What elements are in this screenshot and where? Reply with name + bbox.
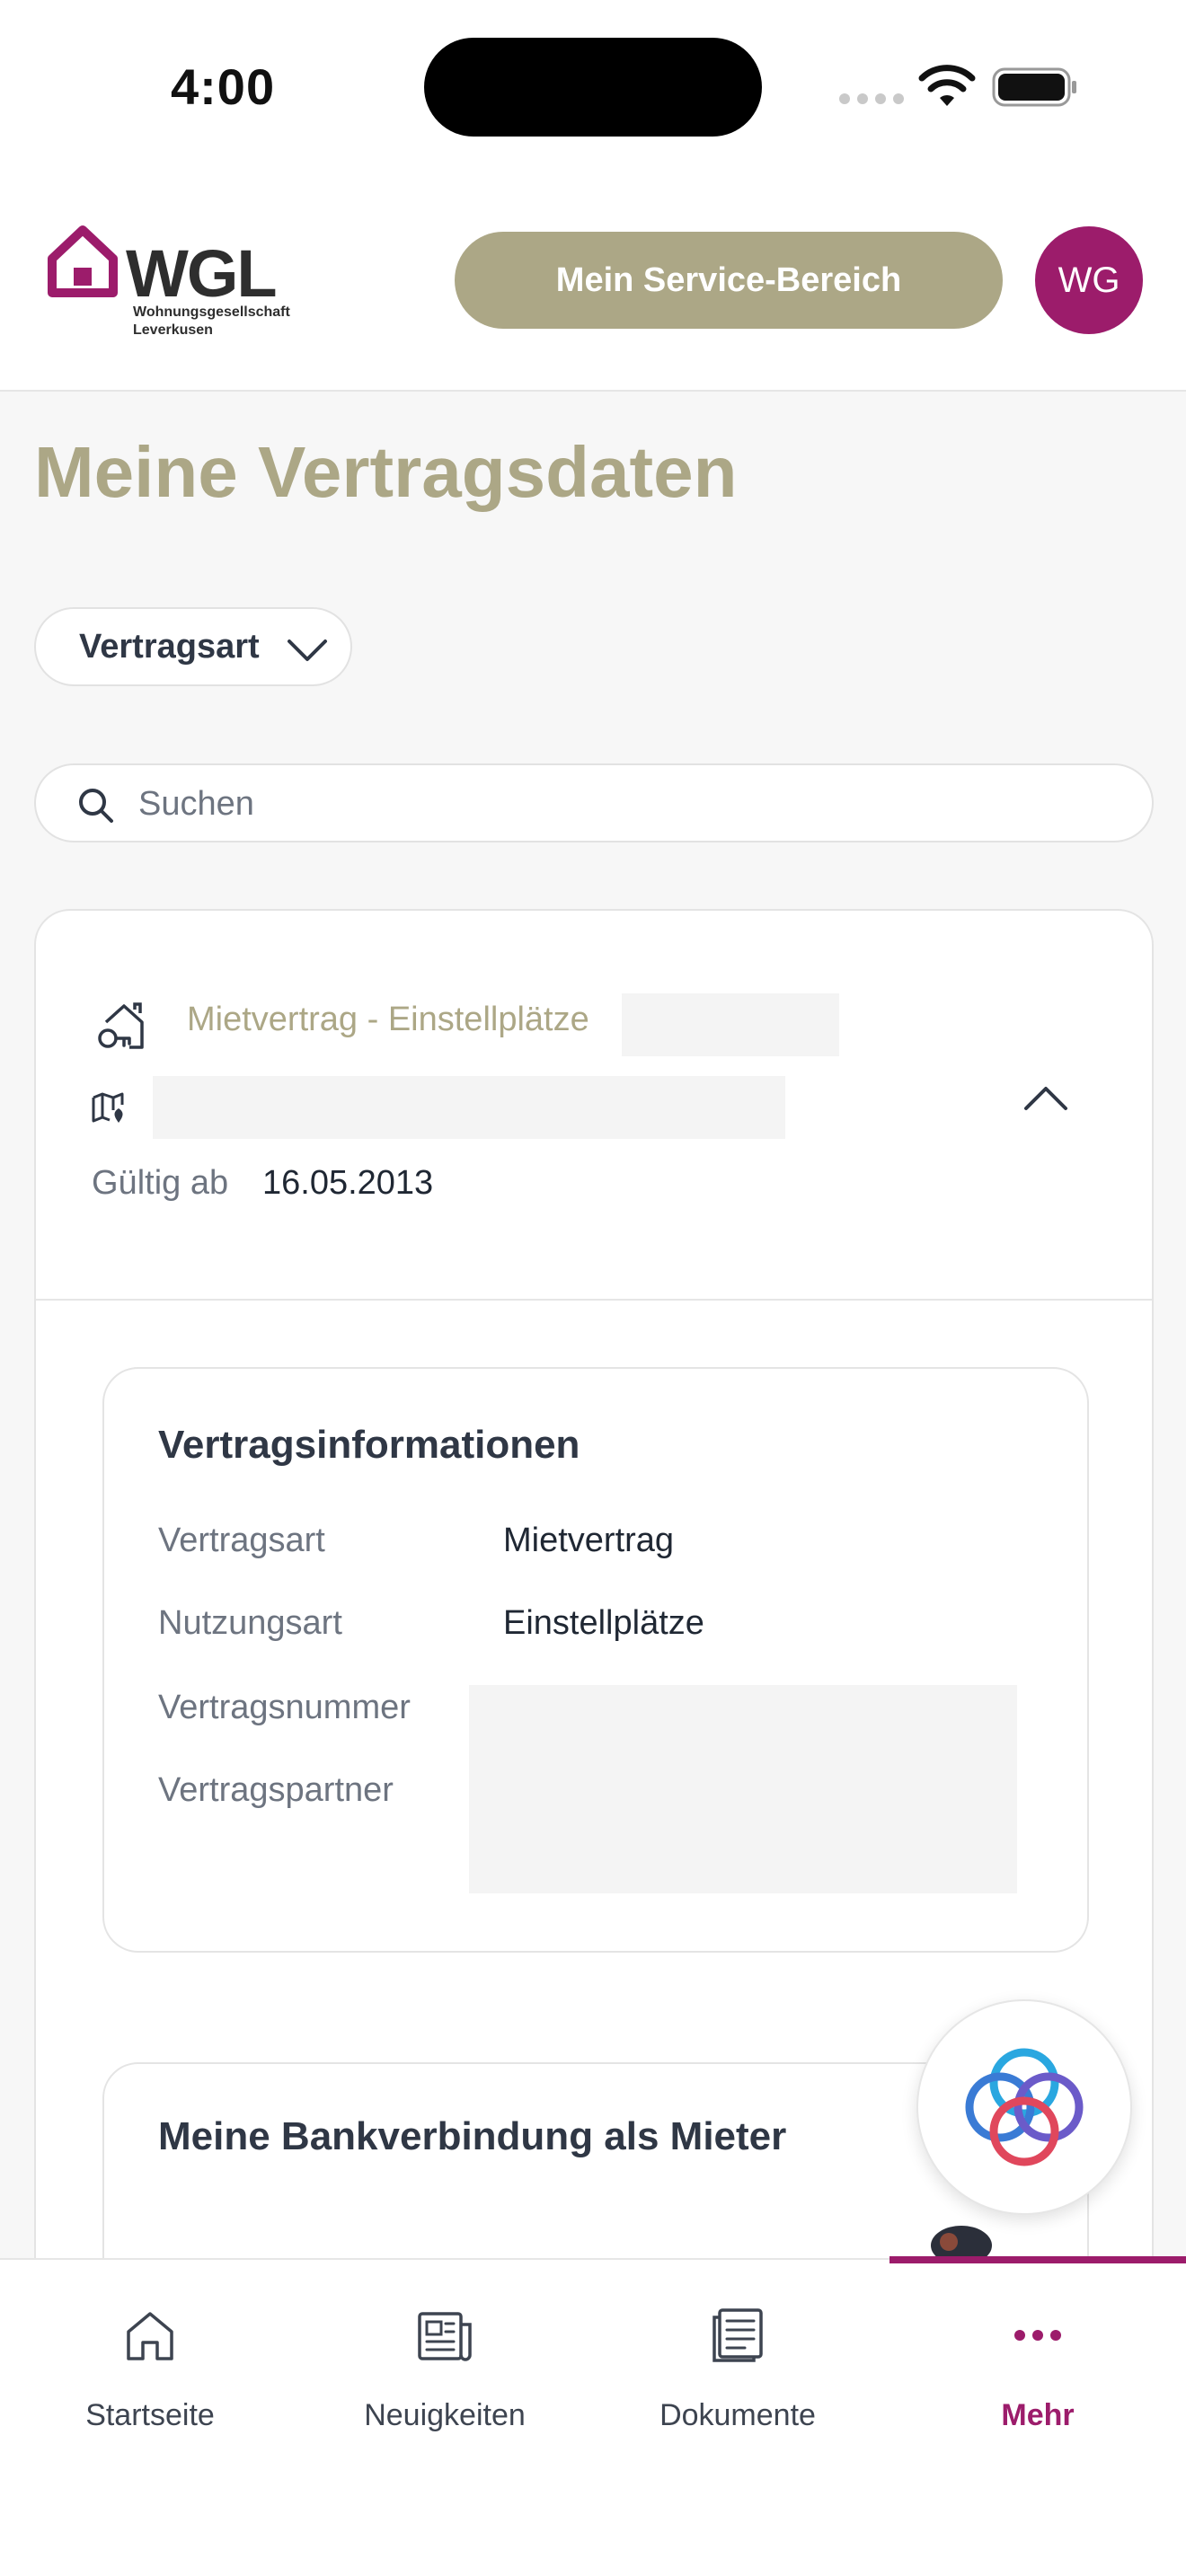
page-title: Meine Vertragsdaten bbox=[34, 432, 738, 512]
chevron-down-icon bbox=[288, 640, 327, 661]
character-illustration bbox=[931, 2226, 992, 2258]
info-row-label: Vertragsnummer bbox=[158, 1689, 411, 1726]
contract-info-title: Vertragsinformationen bbox=[158, 1423, 580, 1467]
house-key-icon bbox=[98, 1002, 144, 1049]
assistant-fab[interactable] bbox=[916, 1999, 1132, 2215]
search-icon bbox=[79, 789, 113, 823]
contract-card-header[interactable]: Mietvertrag - Einstellplätze Gültig ab 1… bbox=[36, 911, 1152, 1301]
logo-subtitle: Wohnungsgesellschaft Leverkusen bbox=[133, 304, 290, 338]
document-icon bbox=[712, 2308, 763, 2362]
avatar[interactable]: WG bbox=[1035, 226, 1143, 334]
cellular-signal-icon bbox=[839, 93, 904, 104]
info-row-label: Nutzungsart bbox=[158, 1604, 342, 1642]
service-area-button[interactable]: Mein Service-Bereich bbox=[455, 232, 1003, 329]
tab-startseite[interactable]: Startseite bbox=[2, 2260, 298, 2493]
filter-label: Vertragsart bbox=[79, 627, 260, 666]
bank-account-title: Meine Bankverbindung als Mieter bbox=[158, 2114, 787, 2158]
info-row-label: Vertragspartner bbox=[158, 1771, 394, 1809]
tab-neuigkeiten[interactable]: Neuigkeiten bbox=[296, 2260, 593, 2493]
logo-text: WGL bbox=[126, 236, 278, 311]
search-input[interactable] bbox=[138, 780, 1127, 828]
bottom-tab-bar: Startseite Neuigkeiten Dokumente Mehr bbox=[0, 2256, 1186, 2576]
valid-from-label: Gültig ab bbox=[92, 1164, 229, 1202]
tab-label: Mehr bbox=[1001, 2398, 1075, 2432]
dynamic-island bbox=[424, 38, 762, 137]
wifi-icon bbox=[918, 65, 976, 106]
valid-from-value: 16.05.2013 bbox=[262, 1164, 434, 1202]
status-bar: 4:00 bbox=[0, 0, 1186, 180]
tab-dokumente[interactable]: Dokumente bbox=[589, 2260, 886, 2493]
status-time: 4:00 bbox=[171, 58, 276, 115]
redacted-contract-details bbox=[469, 1685, 1017, 1893]
tab-label: Neuigkeiten bbox=[364, 2398, 526, 2432]
contract-info-card: Vertragsinformationen Vertragsart Mietve… bbox=[102, 1367, 1089, 1953]
house-logo-icon bbox=[48, 225, 118, 297]
tab-mehr[interactable]: Mehr bbox=[890, 2260, 1186, 2493]
tab-label: Dokumente bbox=[659, 2398, 816, 2432]
contract-type-filter[interactable]: Vertragsart bbox=[34, 607, 352, 686]
app-header: WGL Wohnungsgesellschaft Leverkusen Mein… bbox=[0, 180, 1186, 392]
map-pin-icon bbox=[92, 1092, 124, 1123]
news-icon bbox=[418, 2312, 472, 2361]
home-icon bbox=[127, 2312, 173, 2360]
wgl-logo[interactable]: WGL Wohnungsgesellschaft Leverkusen bbox=[47, 219, 316, 345]
tab-label: Startseite bbox=[85, 2398, 215, 2432]
info-row-value: Einstellplätze bbox=[503, 1604, 704, 1642]
battery-icon bbox=[992, 67, 1076, 107]
search-bar[interactable] bbox=[34, 763, 1154, 842]
chevron-up-icon[interactable] bbox=[1022, 1083, 1069, 1112]
redacted-contract-id bbox=[622, 993, 839, 1056]
info-row-label: Vertragsart bbox=[158, 1522, 325, 1559]
redacted-address bbox=[153, 1076, 785, 1139]
info-row-value: Mietvertrag bbox=[503, 1522, 675, 1559]
contract-type-label: Mietvertrag - Einstellplätze bbox=[187, 1001, 589, 1038]
more-icon bbox=[1014, 2330, 1061, 2341]
assistant-logo-icon bbox=[965, 2048, 1084, 2166]
